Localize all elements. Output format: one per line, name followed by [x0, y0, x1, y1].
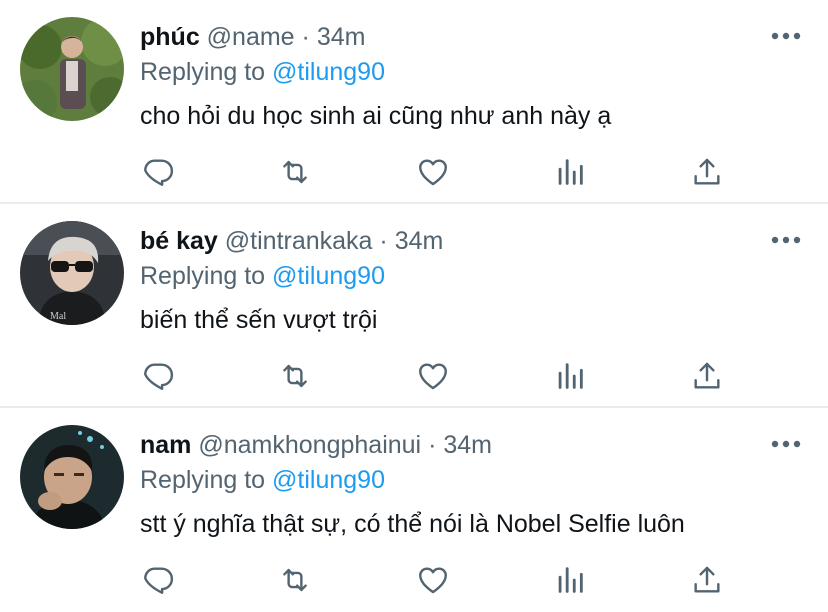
- tweet-actions: [0, 150, 828, 194]
- reply-button[interactable]: [136, 558, 180, 602]
- avatar[interactable]: [20, 425, 124, 529]
- like-button[interactable]: [411, 558, 455, 602]
- avatar[interactable]: Mal: [20, 221, 124, 325]
- like-button[interactable]: [411, 150, 455, 194]
- timestamp[interactable]: 34m: [395, 227, 444, 255]
- retweet-icon: [283, 568, 307, 592]
- timestamp[interactable]: 34m: [317, 23, 366, 51]
- heart-icon: [419, 363, 447, 390]
- retweet-button[interactable]: [273, 558, 317, 602]
- tweet-header: bé kay @tintrankaka · 34m: [140, 224, 443, 258]
- retweet-button[interactable]: [273, 354, 317, 398]
- share-icon: [694, 362, 720, 389]
- analytics-icon: [558, 363, 583, 389]
- retweet-button[interactable]: [273, 150, 317, 194]
- share-icon: [694, 566, 720, 593]
- analytics-button[interactable]: [548, 354, 592, 398]
- svg-text:Mal: Mal: [50, 311, 66, 322]
- tweet-actions: [0, 354, 828, 398]
- share-button[interactable]: [685, 150, 729, 194]
- display-name[interactable]: bé kay: [140, 227, 218, 255]
- tweet[interactable]: nam @namkhongphainui · 34m Replying to @…: [0, 408, 828, 612]
- retweet-icon: [283, 160, 307, 184]
- like-button[interactable]: [411, 354, 455, 398]
- user-handle[interactable]: @name: [207, 23, 295, 51]
- share-icon: [694, 158, 720, 185]
- user-handle[interactable]: @namkhongphainui: [198, 431, 421, 459]
- tweet[interactable]: phúc @name · 34m Replying to @tilung90 c…: [0, 0, 828, 204]
- replying-to-label: Replying to: [140, 262, 266, 290]
- reply-handle-link[interactable]: @tilung90: [272, 262, 385, 290]
- more-options-button[interactable]: [770, 24, 802, 48]
- separator-dot: ·: [379, 227, 388, 255]
- tweet-actions: [0, 558, 828, 602]
- analytics-button[interactable]: [548, 558, 592, 602]
- reply-button[interactable]: [136, 150, 180, 194]
- reply-icon: [144, 363, 174, 390]
- tweet-text: biến thể sến vượt trội: [140, 306, 378, 334]
- separator-dot: ·: [428, 431, 437, 459]
- tweet-header: nam @namkhongphainui · 34m: [140, 428, 492, 462]
- analytics-icon: [558, 159, 583, 185]
- heart-icon: [419, 567, 447, 594]
- display-name[interactable]: nam: [140, 431, 191, 459]
- avatar-photo: Mal: [20, 221, 124, 325]
- reply-handle-link[interactable]: @tilung90: [272, 466, 385, 494]
- tweet-text: stt ý nghĩa thật sự, có thể nói là Nobel…: [140, 510, 685, 538]
- more-horizontal-icon: [771, 231, 801, 249]
- avatar-photo: [20, 17, 124, 121]
- more-horizontal-icon: [771, 435, 801, 453]
- avatar[interactable]: [20, 17, 124, 121]
- tweet[interactable]: Mal bé kay @tintrankaka · 34m Replying t…: [0, 204, 828, 408]
- more-options-button[interactable]: [770, 228, 802, 252]
- separator-dot: ·: [301, 23, 310, 51]
- reply-feed: phúc @name · 34m Replying to @tilung90 c…: [0, 0, 828, 611]
- timestamp[interactable]: 34m: [443, 431, 492, 459]
- analytics-button[interactable]: [548, 150, 592, 194]
- reply-icon: [144, 159, 174, 186]
- share-button[interactable]: [685, 558, 729, 602]
- reply-handle-link[interactable]: @tilung90: [272, 58, 385, 86]
- more-horizontal-icon: [771, 27, 801, 45]
- more-options-button[interactable]: [770, 432, 802, 456]
- reply-button[interactable]: [136, 354, 180, 398]
- retweet-icon: [283, 364, 307, 388]
- tweet-text: cho hỏi du học sinh ai cũng như anh này …: [140, 102, 612, 130]
- replying-to: Replying to @tilung90: [140, 55, 385, 89]
- heart-icon: [419, 159, 447, 186]
- replying-to: Replying to @tilung90: [140, 259, 385, 293]
- display-name[interactable]: phúc: [140, 23, 200, 51]
- reply-icon: [144, 567, 174, 594]
- analytics-icon: [558, 567, 583, 593]
- tweet-header: phúc @name · 34m: [140, 20, 365, 54]
- replying-to-label: Replying to: [140, 466, 266, 494]
- replying-to-label: Replying to: [140, 58, 266, 86]
- share-button[interactable]: [685, 354, 729, 398]
- avatar-photo: [20, 425, 124, 529]
- user-handle[interactable]: @tintrankaka: [225, 227, 373, 255]
- replying-to: Replying to @tilung90: [140, 463, 385, 497]
